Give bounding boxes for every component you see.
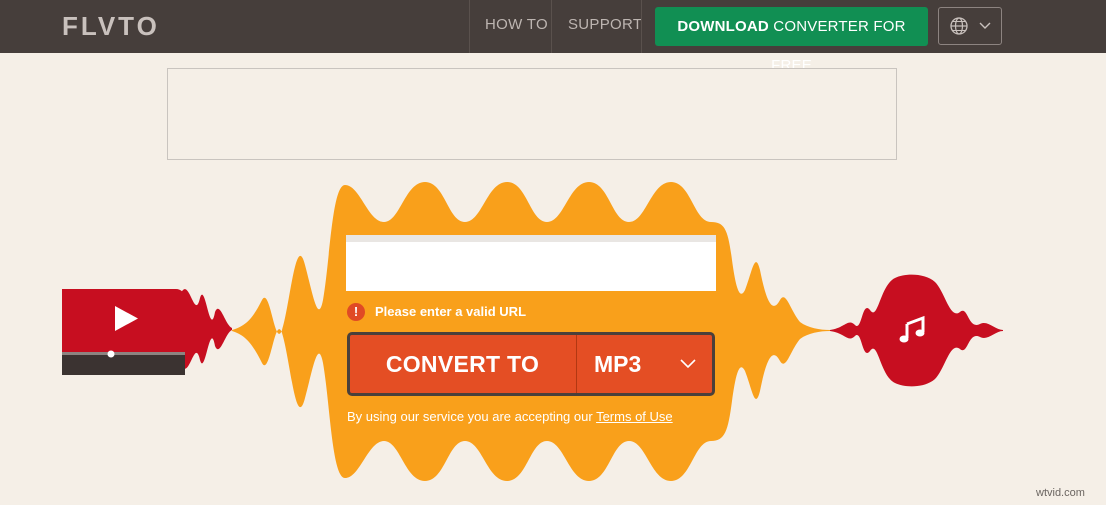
format-selected-value: MP3 <box>594 351 642 377</box>
terms-of-use-link[interactable]: Terms of Use <box>596 409 673 424</box>
video-player-icon <box>62 289 185 375</box>
error-text: Please enter a valid URL <box>375 304 527 319</box>
terms-text: By using our service you are accepting o… <box>347 409 597 424</box>
chevron-down-icon <box>680 359 696 369</box>
convert-button[interactable]: CONVERT TO <box>350 335 575 393</box>
terms-notice: By using our service you are accepting o… <box>347 409 673 425</box>
watermark-text: wtvid.com <box>1036 487 1085 499</box>
convert-control: CONVERT TO MP3 <box>347 332 715 396</box>
format-select[interactable]: MP3 <box>577 335 712 393</box>
error-icon: ! <box>347 303 365 321</box>
video-url-input[interactable] <box>346 235 716 291</box>
